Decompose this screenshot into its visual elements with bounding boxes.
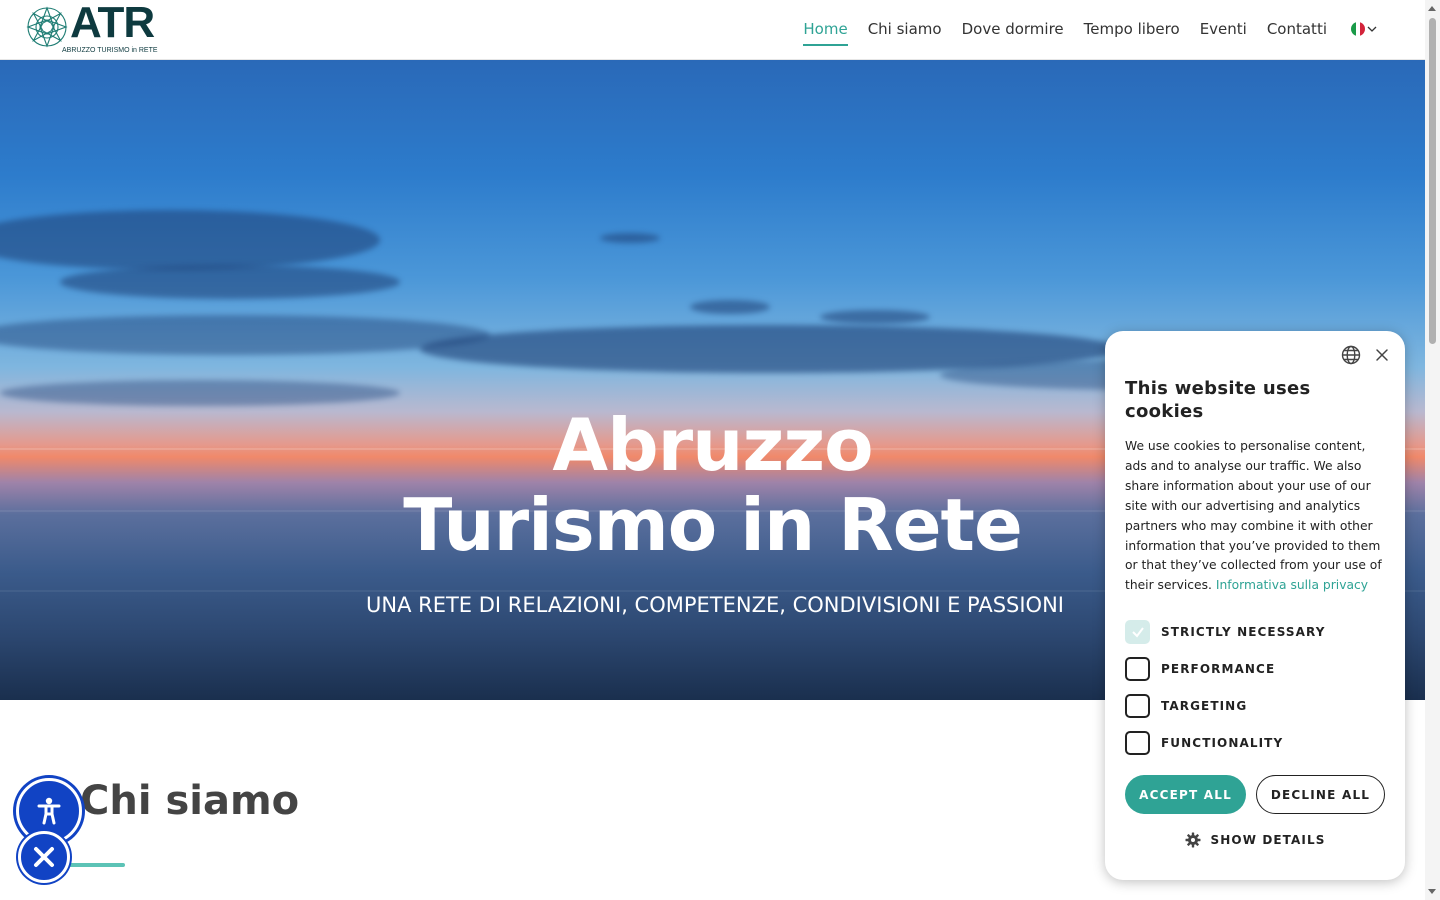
nav-item-dove-dormire[interactable]: Dove dormire <box>962 0 1064 58</box>
cookie-description-text: We use cookies to personalise content, a… <box>1125 439 1382 593</box>
nav-item-eventi[interactable]: Eventi <box>1200 0 1247 58</box>
hero-cloud <box>60 265 400 299</box>
cookie-option-functionality: FUNCTIONALITY <box>1125 731 1385 756</box>
nav-item-contatti[interactable]: Contatti <box>1267 0 1327 58</box>
cookie-option-strictly-necessary: STRICTLY NECESSARY <box>1125 620 1385 645</box>
close-icon <box>34 847 54 867</box>
show-details-button[interactable]: SHOW DETAILS <box>1125 832 1385 848</box>
logo-text: ATR <box>70 0 155 47</box>
scroll-thumb[interactable] <box>1429 18 1436 344</box>
accessibility-close-button[interactable] <box>18 831 70 883</box>
cookie-consent-dialog: This website uses cookies We use cookies… <box>1105 331 1405 880</box>
performance-checkbox[interactable] <box>1125 657 1150 682</box>
logo-mark-icon <box>26 6 68 48</box>
globe-icon[interactable] <box>1341 345 1361 365</box>
cookie-option-performance: PERFORMANCE <box>1125 657 1385 682</box>
functionality-checkbox[interactable] <box>1125 731 1150 756</box>
strictly-necessary-checkbox[interactable] <box>1125 620 1150 645</box>
cookie-dialog-toolbar <box>1341 345 1389 365</box>
hero-cloud <box>820 310 930 324</box>
hero-cloud <box>0 315 490 355</box>
hero-cloud <box>0 380 400 406</box>
main-nav: Home Chi siamo Dove dormire Tempo libero… <box>803 0 1377 58</box>
page-scrollbar[interactable] <box>1425 0 1440 900</box>
cookie-option-label: FUNCTIONALITY <box>1161 736 1284 751</box>
cookie-option-label: TARGETING <box>1161 699 1248 714</box>
section-underline <box>62 863 125 867</box>
site-header: ATR ABRUZZO TURISMO in RETE Home Chi sia… <box>0 0 1425 60</box>
nav-item-tempo-libero[interactable]: Tempo libero <box>1084 0 1180 58</box>
hero-cloud <box>690 300 770 314</box>
cookie-buttons: ACCEPT ALL DECLINE ALL <box>1125 775 1385 815</box>
cookie-description: We use cookies to personalise content, a… <box>1125 437 1385 596</box>
hero-cloud <box>0 210 380 270</box>
targeting-checkbox[interactable] <box>1125 694 1150 719</box>
hero-title-line1: Abruzzo <box>552 403 873 487</box>
scroll-down-arrow-icon[interactable] <box>1428 889 1436 894</box>
close-icon[interactable] <box>1375 348 1389 362</box>
cookie-option-label: STRICTLY NECESSARY <box>1161 625 1326 640</box>
hero-title-line2: Turismo in Rete <box>403 483 1023 567</box>
chevron-down-icon <box>1367 26 1377 32</box>
logo-subtext: ABRUZZO TURISMO in RETE <box>62 47 158 54</box>
gear-icon <box>1185 832 1201 848</box>
hero-cloud <box>600 233 660 243</box>
site-logo[interactable]: ATR ABRUZZO TURISMO in RETE <box>24 0 158 56</box>
scroll-up-arrow-icon[interactable] <box>1428 6 1436 11</box>
accessibility-person-icon <box>37 797 61 825</box>
italy-flag-icon <box>1351 22 1365 36</box>
language-selector[interactable] <box>1351 22 1377 36</box>
nav-item-chi-siamo[interactable]: Chi siamo <box>868 0 942 58</box>
checkmark-icon <box>1131 627 1144 638</box>
decline-all-button[interactable]: DECLINE ALL <box>1256 775 1385 815</box>
cookie-options: STRICTLY NECESSARY PERFORMANCE TARGETING… <box>1125 620 1385 756</box>
show-details-label: SHOW DETAILS <box>1210 833 1326 848</box>
nav-item-home[interactable]: Home <box>803 0 849 58</box>
privacy-policy-link[interactable]: Informativa sulla privacy <box>1216 578 1368 592</box>
cookie-title: This website uses cookies <box>1125 378 1311 422</box>
cookie-option-targeting: TARGETING <box>1125 694 1385 719</box>
section-title: Chi siamo <box>80 778 300 824</box>
cookie-option-label: PERFORMANCE <box>1161 662 1276 677</box>
accept-all-button[interactable]: ACCEPT ALL <box>1125 775 1246 815</box>
